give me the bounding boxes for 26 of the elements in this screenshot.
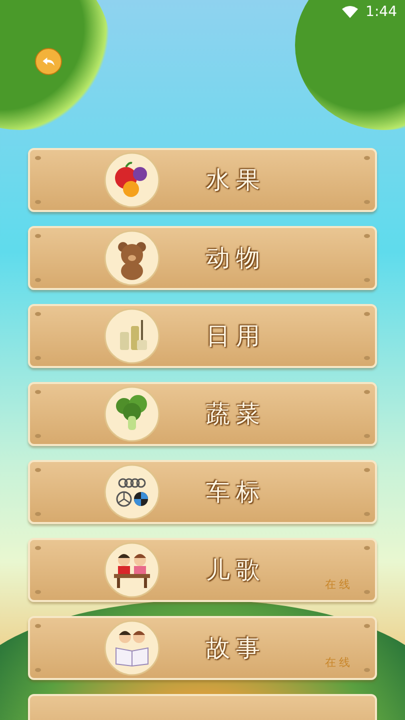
bottles-icon — [104, 308, 160, 364]
category-card[interactable]: 车标 — [28, 460, 377, 524]
category-label: 水果 — [206, 165, 266, 196]
category-card[interactable]: 动物 — [28, 226, 377, 290]
category-label: 日用 — [206, 321, 266, 352]
category-label: 车标 — [206, 477, 266, 508]
wifi-icon — [342, 6, 358, 18]
category-card[interactable]: 水果 — [28, 148, 377, 212]
fruit-icon — [104, 152, 160, 208]
car-logos-icon — [104, 464, 160, 520]
children-desk-icon — [104, 542, 160, 598]
category-card[interactable]: 日用 — [28, 304, 377, 368]
back-button[interactable] — [35, 48, 62, 75]
online-label: 在线 — [325, 577, 353, 592]
category-label: 蔬菜 — [206, 399, 266, 430]
online-label: 在线 — [325, 655, 353, 670]
category-label: 儿歌 — [206, 555, 266, 586]
status-time: 1:44 — [366, 4, 397, 20]
category-card[interactable]: 蔬菜 — [28, 382, 377, 446]
category-card[interactable]: 故事 在线 — [28, 616, 377, 680]
broccoli-icon — [104, 386, 160, 442]
bear-icon — [104, 230, 160, 286]
children-book-icon — [104, 620, 160, 676]
category-label: 动物 — [206, 243, 266, 274]
category-label: 故事 — [206, 633, 266, 664]
category-card[interactable]: 儿歌 在线 — [28, 538, 377, 602]
